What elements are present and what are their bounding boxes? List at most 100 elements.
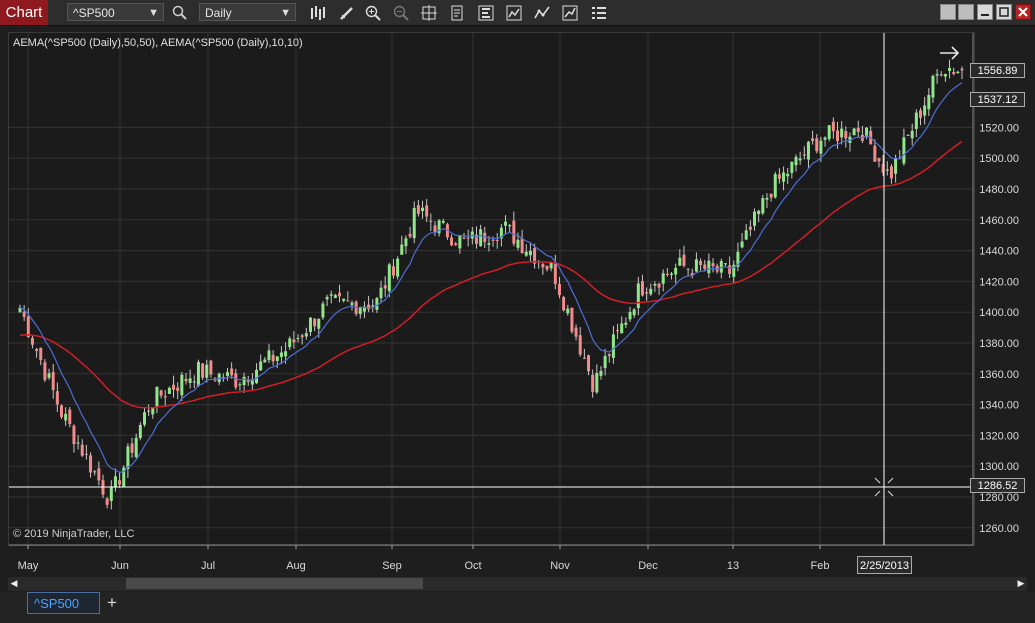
candle-body: [566, 308, 570, 314]
candle-body: [97, 468, 101, 481]
candle-body: [325, 296, 329, 300]
candle-body: [80, 444, 84, 456]
candle-body: [819, 140, 823, 154]
candle-body: [711, 263, 715, 267]
candle-body: [89, 455, 93, 473]
candle-body: [130, 443, 134, 453]
candle-body: [367, 304, 371, 310]
candle-body: [433, 225, 437, 233]
scrollbar-thumb[interactable]: [126, 578, 423, 589]
candle-body: [574, 327, 578, 337]
time-tick-label: May: [18, 560, 39, 572]
last-price-marker: 1556.89: [970, 63, 1025, 78]
candle-body: [113, 476, 117, 488]
candle-body: [769, 193, 773, 198]
candle-body: [26, 316, 30, 337]
candle-body: [209, 360, 213, 375]
candle-body: [686, 268, 690, 270]
candle-body: [412, 207, 416, 239]
candle-body: [773, 174, 777, 198]
ema-value-marker: 1537.12: [970, 92, 1025, 107]
candle-body: [487, 243, 491, 245]
candle-body: [458, 236, 462, 249]
candle-body: [59, 405, 63, 418]
horizontal-scrollbar[interactable]: ◀ ▶: [8, 577, 1027, 591]
candle-body: [271, 354, 275, 362]
candle-body: [906, 135, 910, 137]
candle-body: [740, 241, 744, 248]
candle-body: [595, 372, 599, 393]
candle-body: [242, 376, 246, 385]
candle-body: [777, 174, 781, 179]
candle-body: [628, 312, 632, 320]
price-chart[interactable]: 1520.00 1500.00 1480.00 1460.00 1440.00 1420.…: [0, 0, 1035, 600]
candle-body: [450, 237, 454, 246]
candle-body: [524, 251, 528, 256]
candle-body: [379, 287, 383, 299]
candle-body: [827, 125, 831, 139]
price-tick-label: 1360.00: [979, 369, 1019, 381]
candle-body: [836, 130, 840, 141]
candle-body: [184, 378, 188, 382]
candle-body: [831, 121, 835, 132]
candle-body: [279, 352, 283, 358]
candle-body: [267, 350, 271, 361]
candle-body: [138, 424, 142, 438]
candle-body: [333, 295, 337, 299]
candle-body: [375, 298, 379, 310]
candle-body: [616, 330, 620, 332]
candle-body: [902, 137, 906, 164]
indicator-label: AEMA(^SP500 (Daily),50,50), AEMA(^SP500 …: [13, 37, 303, 49]
candle-body: [653, 284, 657, 286]
candle-body: [952, 71, 956, 75]
candle-body: [591, 374, 595, 392]
candle-body: [645, 292, 649, 294]
price-tick-label: 1300.00: [979, 461, 1019, 473]
copyright-text: © 2019 NinjaTrader, LLC: [13, 528, 135, 540]
ema-50-line: [19, 140, 963, 409]
add-tab-icon[interactable]: +: [104, 593, 120, 613]
candle-body: [582, 357, 586, 359]
price-tick-label: 1260.00: [979, 523, 1019, 535]
candle-body: [196, 361, 200, 386]
candle-body: [93, 471, 97, 473]
candle-body: [358, 307, 362, 315]
candle-body: [246, 380, 250, 383]
candle-body: [234, 373, 238, 388]
candle-body: [562, 297, 566, 311]
candle-body: [466, 237, 470, 239]
time-tick-label: 13: [727, 560, 739, 572]
candle-body: [387, 264, 391, 292]
scroll-left-icon[interactable]: ◀: [9, 578, 19, 589]
candle-body: [346, 300, 350, 302]
tab-sp500[interactable]: ^SP500: [27, 592, 100, 614]
candle-body: [51, 372, 55, 391]
candle-body: [611, 334, 615, 358]
candle-body: [180, 374, 184, 396]
candle-body: [894, 158, 898, 174]
candle-body: [840, 128, 844, 138]
candle-body: [441, 220, 445, 223]
scroll-right-icon[interactable]: ▶: [1016, 578, 1026, 589]
price-tick-label: 1480.00: [979, 184, 1019, 196]
candle-body: [728, 265, 732, 274]
candle-body: [823, 137, 827, 140]
candle-body: [159, 390, 163, 396]
candle-body: [288, 338, 292, 348]
candle-body: [383, 285, 387, 289]
candle-body: [68, 409, 72, 425]
candle-body: [699, 261, 703, 265]
candle-body: [757, 210, 761, 215]
candle-body: [682, 254, 686, 266]
candle-body: [856, 127, 860, 133]
candle-body: [665, 273, 669, 275]
price-tick-label: 1420.00: [979, 276, 1019, 288]
candle-body: [960, 68, 964, 71]
candle-body: [923, 105, 927, 116]
candle-body: [520, 238, 524, 253]
candle-body: [126, 446, 130, 469]
candle-body: [811, 138, 815, 141]
price-tick-label: 1460.00: [979, 215, 1019, 227]
candle-body: [910, 130, 914, 139]
candle-body: [404, 238, 408, 247]
